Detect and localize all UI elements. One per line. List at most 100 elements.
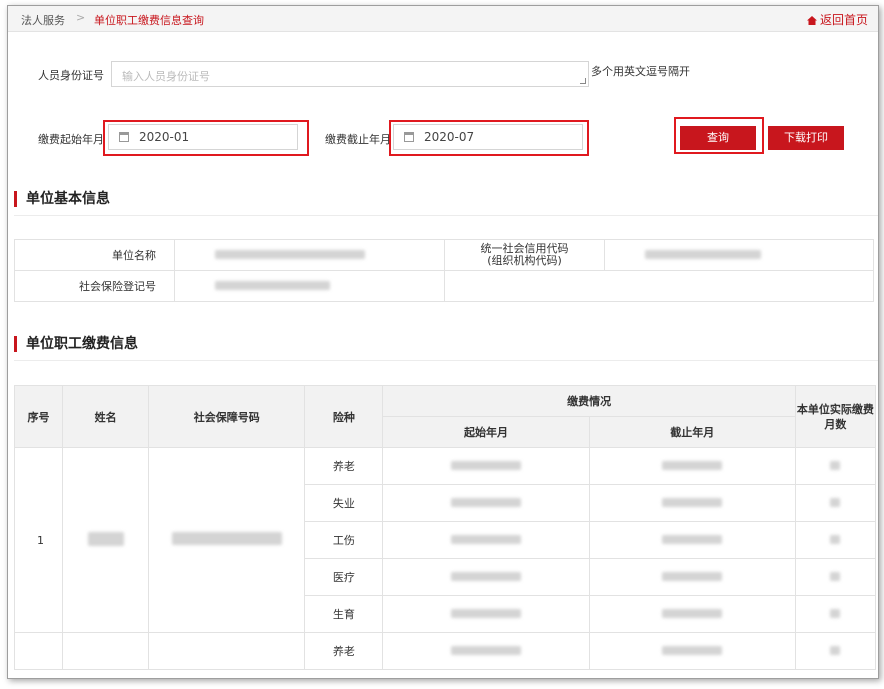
cell-end [588,595,796,633]
cell-type: 生育 [304,595,384,633]
redacted-value [830,645,841,655]
header-months-line2: 月数 [824,417,847,431]
breadcrumb-home[interactable]: 法人服务 [21,12,65,28]
redacted-value [451,608,521,618]
cell-start [382,558,590,596]
cell-months [794,558,877,596]
header-name: 姓名 [62,385,150,448]
empty-cell [444,270,605,302]
cell-start [382,484,590,522]
payment-info-title-text: 单位职工缴费信息 [26,336,138,352]
cell-type: 工伤 [304,521,384,559]
end-month-label: 缴费截止年月 [325,133,391,146]
header-pay-status: 缴费情况 [382,385,796,417]
id-number-input[interactable]: 输入人员身份证号 [111,61,589,87]
redacted-value [830,571,841,581]
redacted-value [451,534,521,544]
cell-start [382,521,590,559]
redacted-value [830,497,841,507]
redacted-value [830,460,841,470]
redacted-value [171,532,282,545]
redacted-value [662,460,723,470]
header-type: 险种 [304,385,384,448]
credit-code-value [604,239,874,271]
header-end: 截止年月 [588,416,796,448]
redacted-value [451,497,521,507]
redacted-value [87,531,124,546]
section-marker [14,336,17,352]
unit-info-row: 单位名称 统一社会信用代码 (组织机构代码) [14,239,874,271]
divider [14,215,878,216]
resize-handle-icon[interactable] [580,78,586,84]
cell-type: 失业 [304,484,384,522]
id-number-placeholder: 输入人员身份证号 [122,70,210,83]
header-ss-no: 社会保障号码 [148,385,306,448]
redacted-value [662,534,723,544]
credit-code-label: 统一社会信用代码 (组织机构代码) [444,239,605,271]
header-months-line1: 本单位实际缴费 [796,402,874,416]
breadcrumb: 法人服务 > 单位职工缴费信息查询 返回首页 [8,6,878,32]
redacted-value [662,645,723,655]
section-marker [14,191,17,207]
redacted-value [215,249,365,259]
cell-name [62,632,150,670]
app-frame: 法人服务 > 单位职工缴费信息查询 返回首页 人员身份证号 输入人员身份证号 多… [7,5,879,679]
empty-cell [604,270,874,302]
id-number-hint: 多个用英文逗号隔开 [591,65,690,78]
back-home-label: 返回首页 [819,13,868,27]
cell-months [794,595,877,633]
query-highlight [674,117,764,154]
unit-name-label: 单位名称 [14,239,175,271]
redacted-value [215,280,330,290]
social-reg-label: 社会保险登记号 [14,270,175,302]
unit-info-row: 社会保险登记号 [14,270,874,302]
redacted-value [451,645,521,655]
breadcrumb-current: 单位职工缴费信息查询 [94,14,204,27]
payment-info-title: 单位职工缴费信息 [14,335,138,353]
cell-start [382,632,590,670]
home-icon [806,16,817,25]
cell-seq: 1 [13,447,64,633]
cell-months [794,521,877,559]
back-home-link[interactable]: 返回首页 [806,11,868,28]
header-months: 本单位实际缴费 月数 [794,385,877,448]
cell-end [588,521,796,559]
redacted-value [662,571,723,581]
cell-start [382,447,590,485]
cell-seq [13,632,64,670]
breadcrumb-separator: > [76,11,86,24]
cell-start [382,595,590,633]
cell-end [588,484,796,522]
start-month-label: 缴费起始年月 [38,133,104,146]
header-seq: 序号 [13,385,64,448]
unit-name-value [174,239,445,271]
start-month-highlight [103,120,309,156]
redacted-value [451,571,521,581]
cell-end [588,558,796,596]
cell-months [794,632,877,670]
download-print-button[interactable]: 下载打印 [768,126,844,150]
id-number-label: 人员身份证号 [38,69,104,82]
cell-ss-no [148,632,306,670]
table-header-row: 序号 姓名 社会保障号码 险种 缴费情况 本单位实际缴费 月数 [13,385,877,448]
cell-months [794,484,877,522]
redacted-value [645,249,761,259]
redacted-value [830,608,841,618]
credit-code-label-line2: (组织机构代码) [487,254,562,267]
payment-table: 序号 姓名 社会保障号码 险种 缴费情况 本单位实际缴费 月数 起始年月 截止年… [13,385,877,670]
header-start: 起始年月 [382,416,590,448]
unit-info-title-text: 单位基本信息 [26,191,110,207]
cell-type: 养老 [304,447,384,485]
end-month-highlight [389,120,589,156]
unit-info-table: 单位名称 统一社会信用代码 (组织机构代码) 社会保险登记号 [14,239,874,302]
redacted-value [830,534,841,544]
redacted-value [451,460,521,470]
cell-ss-no [148,447,306,633]
cell-type: 医疗 [304,558,384,596]
redacted-value [662,497,723,507]
table-row: 1 养老 [13,447,877,633]
redacted-value [662,608,723,618]
table-row: 养老 [13,632,877,670]
cell-end [588,632,796,670]
social-reg-value [174,270,445,302]
